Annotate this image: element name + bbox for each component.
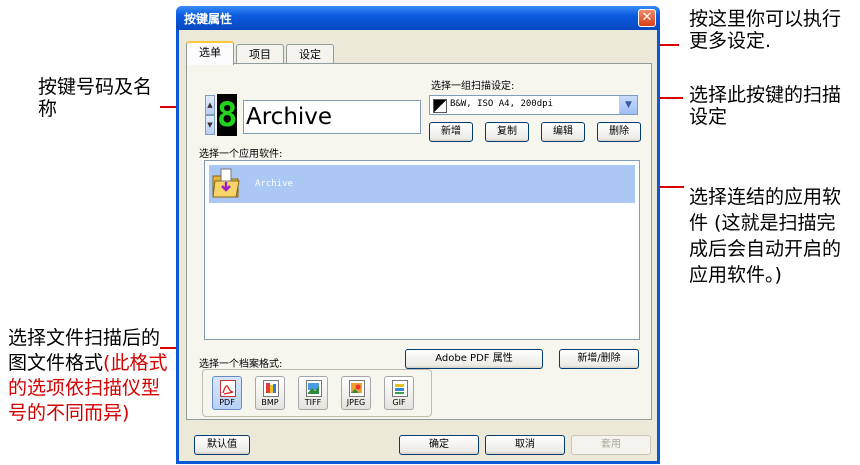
add-remove-format-button[interactable]: 新增/删除	[559, 349, 639, 369]
tiff-icon	[306, 380, 322, 397]
format-pdf-label: PDF	[219, 398, 235, 407]
callout-linked-app: 选择连结的应用软件 (这就是扫描完成后会自动开启的应用软件。)	[689, 186, 842, 286]
tab-items[interactable]: 项目	[236, 44, 284, 64]
format-gif[interactable]: GIF	[384, 376, 414, 410]
folder-download-icon	[211, 168, 241, 200]
delete-scan-setting-button[interactable]: 删除	[597, 122, 641, 142]
edit-scan-setting-button[interactable]: 编辑	[541, 122, 585, 142]
format-jpeg-label: JPEG	[346, 398, 366, 407]
format-bmp[interactable]: BMP	[255, 376, 285, 410]
title-bar: 按键属性 ✕	[176, 6, 660, 30]
spin-up-button[interactable]: ▲	[205, 95, 215, 115]
ok-button[interactable]: 确定	[399, 435, 479, 455]
tab-panel-menu: ▲ ▼ 8 Archive 选择一组扫描设定: B&W, ISO A4, 200…	[186, 63, 652, 420]
callout-button-number-name: 按键号码及名称	[38, 76, 153, 120]
gif-icon	[392, 380, 408, 397]
scan-settings-dropdown[interactable]: B&W, ISO A4, 200dpi ▼	[429, 95, 638, 115]
jpeg-icon	[349, 380, 365, 397]
application-list[interactable]: Archive	[204, 160, 640, 340]
window-title: 按键属性	[184, 12, 233, 26]
format-gif-label: GIF	[392, 398, 406, 407]
format-jpeg[interactable]: JPEG	[341, 376, 371, 410]
button-number-display: 8	[217, 94, 238, 136]
apply-button[interactable]: 套用	[571, 435, 651, 455]
dialog-client: 选单 项目 设定 ▲ ▼ 8 Archive 选择一组扫描设定: B&W, IS…	[179, 30, 657, 461]
button-properties-window: 按键属性 ✕ 选单 项目 设定 ▲ ▼ 8 Archive 选择一组扫描设定: …	[176, 6, 660, 464]
spin-down-button[interactable]: ▼	[205, 115, 215, 135]
cancel-button[interactable]: 取消	[485, 435, 565, 455]
scan-settings-label: 选择一组扫描设定:	[431, 81, 515, 92]
callout-more-settings: 按这里你可以执行更多设定.	[689, 8, 842, 52]
format-icon-group: PDF BMP TIFF JPEG GIF	[202, 369, 432, 417]
tab-menu[interactable]: 选单	[186, 41, 234, 65]
scan-settings-value: B&W, ISO A4, 200dpi	[450, 99, 553, 109]
bw-color-icon	[433, 99, 447, 113]
tab-settings[interactable]: 设定	[286, 44, 334, 64]
bmp-icon	[263, 380, 279, 397]
new-scan-setting-button[interactable]: 新增	[429, 122, 473, 142]
copy-scan-setting-button[interactable]: 复制	[485, 122, 529, 142]
pdf-icon	[220, 380, 236, 397]
adobe-pdf-properties-button[interactable]: Adobe PDF 属性	[405, 349, 543, 369]
chevron-down-icon[interactable]: ▼	[619, 96, 637, 114]
format-bmp-label: BMP	[261, 398, 279, 407]
format-tiff[interactable]: TIFF	[298, 376, 328, 410]
app-section-label: 选择一个应用软件:	[199, 149, 283, 160]
button-name-field[interactable]: Archive	[243, 100, 421, 134]
format-pdf[interactable]: PDF	[212, 376, 242, 410]
defaults-button[interactable]: 默认值	[194, 435, 250, 455]
format-tiff-label: TIFF	[304, 398, 322, 407]
list-item[interactable]: Archive	[209, 165, 635, 203]
format-section-label: 选择一个档案格式:	[199, 359, 283, 370]
close-icon[interactable]: ✕	[638, 9, 656, 27]
app-name: Archive	[255, 179, 293, 189]
callout-file-format: 选择文件扫描后的图文件格式(此格式的选项依扫描仪型号的不同而异)	[8, 327, 168, 424]
callout-scan-setting: 选择此按键的扫描设定	[689, 84, 842, 128]
